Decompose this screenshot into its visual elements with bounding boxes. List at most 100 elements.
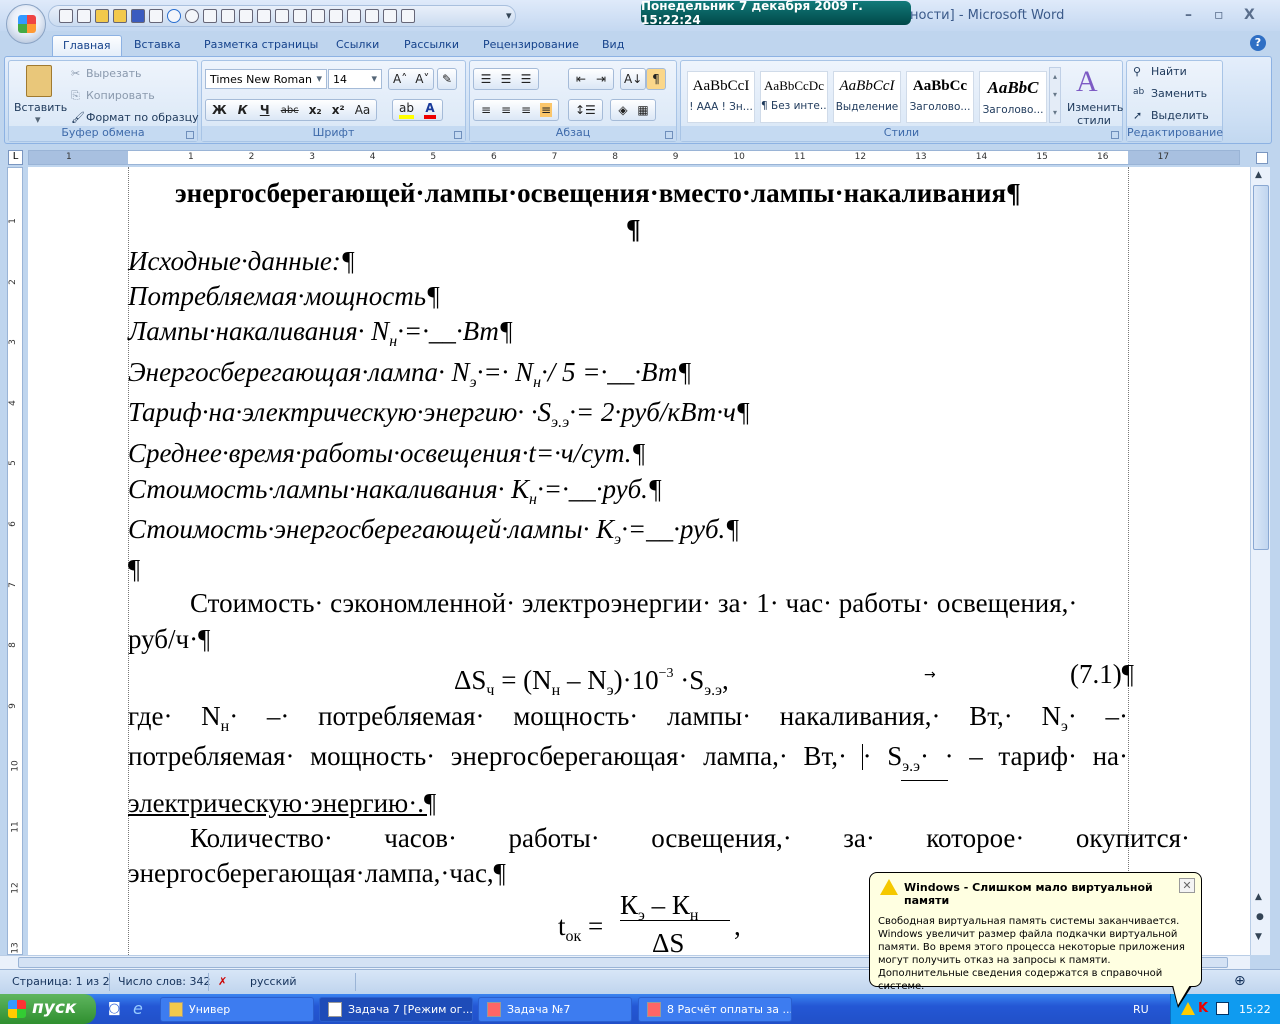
- document-line[interactable]: Энергосберегающая·лампа· Nэ·=· Nн·/ 5 =·…: [128, 357, 691, 398]
- tab-page-layout[interactable]: Разметка страницы: [194, 35, 328, 57]
- taskbar-item[interactable]: Задача №7: [478, 997, 632, 1022]
- next-page-icon[interactable]: ▼: [1255, 932, 1262, 942]
- borders-icon[interactable]: ▦: [637, 103, 649, 117]
- document-line[interactable]: электрическую·энергию·.¶: [128, 788, 436, 818]
- document-line[interactable]: ¶: [626, 214, 641, 244]
- table-icon[interactable]: [329, 9, 343, 23]
- zoom-in-icon[interactable]: ⊕: [1234, 973, 1246, 989]
- replace-button[interactable]: Заменить: [1151, 87, 1207, 100]
- font-size-combo[interactable]: 14: [328, 69, 382, 89]
- bullets-icon[interactable]: ☰: [480, 72, 492, 86]
- multilevel-list-icon[interactable]: ☰: [520, 72, 532, 86]
- style-item[interactable]: AaBbCcDc ¶ Без инте...: [760, 71, 828, 123]
- superscript-button[interactable]: x²: [332, 103, 345, 117]
- document-line[interactable]: Стоимость· сэкономленной· электроэнергии…: [190, 588, 1077, 618]
- font-name-combo[interactable]: Times New Roman: [205, 69, 327, 89]
- tab-references[interactable]: Ссылки: [326, 35, 389, 57]
- dialog-launcher-icon[interactable]: [454, 131, 462, 139]
- close-balloon-button[interactable]: ✕: [1179, 878, 1195, 893]
- line-spacing-button[interactable]: ↕☰: [568, 99, 603, 121]
- table-icon[interactable]: [203, 9, 217, 23]
- style-item[interactable]: AaBbC Заголово...: [979, 71, 1047, 123]
- document-line[interactable]: Потребляемая·мощность¶: [128, 281, 440, 311]
- vertical-scrollbar[interactable]: ▲ ▲ ● ▼: [1250, 167, 1270, 955]
- font-color-icon[interactable]: A: [423, 101, 436, 119]
- style-item[interactable]: AaBbCc Заголово...: [906, 71, 974, 123]
- document-line[interactable]: Тариф·на·электрическую·энергию· ·Sэ.э·= …: [128, 397, 750, 438]
- format-painter-button[interactable]: Формат по образцу: [86, 111, 199, 124]
- document-line[interactable]: (7.1)¶: [1070, 659, 1134, 689]
- open-folder-icon[interactable]: [95, 9, 109, 23]
- taskbar-item[interactable]: 8 Расчёт оплаты за ...: [638, 997, 792, 1022]
- desktop-icon[interactable]: ◙: [108, 1001, 121, 1016]
- document-line[interactable]: энергосберегающей·лампы·освещения·вместо…: [175, 178, 1021, 208]
- maximize-button[interactable]: ▫: [1214, 7, 1224, 23]
- strikethrough-button[interactable]: abc: [281, 105, 299, 116]
- minimize-button[interactable]: –: [1185, 7, 1192, 23]
- underline-button[interactable]: Ч: [259, 103, 271, 117]
- document-line[interactable]: потребляемая· мощность· энергосберегающа…: [128, 741, 1128, 782]
- justify-icon[interactable]: ≡: [540, 103, 552, 117]
- table-icon[interactable]: [365, 9, 379, 23]
- document-line[interactable]: tок =: [558, 911, 603, 952]
- start-button[interactable]: пуск: [0, 994, 96, 1024]
- table-icon[interactable]: [401, 9, 415, 23]
- table-icon[interactable]: [221, 9, 235, 23]
- shading-icon[interactable]: ◈: [617, 103, 629, 117]
- style-item[interactable]: AaBbCcI Выделение: [833, 71, 901, 123]
- dialog-launcher-icon[interactable]: [1111, 131, 1119, 139]
- page-count[interactable]: Страница: 1 из 2: [12, 975, 110, 988]
- select-browse-object-icon[interactable]: ●: [1256, 912, 1264, 922]
- grow-font-icon[interactable]: A˄: [393, 72, 407, 86]
- kaspersky-icon[interactable]: K: [1198, 1001, 1208, 1016]
- scroll-thumb[interactable]: [1253, 185, 1269, 550]
- folder-icon[interactable]: [113, 9, 127, 23]
- save-icon[interactable]: [131, 9, 145, 23]
- change-styles-button[interactable]: Изменить стили: [1067, 101, 1123, 127]
- document-line[interactable]: Исходные·данные:¶: [128, 246, 355, 276]
- increase-indent-icon[interactable]: ⇥: [595, 72, 607, 86]
- document-line[interactable]: ¶: [128, 554, 140, 584]
- taskbar-item[interactable]: Задача 7 [Режим ог...: [319, 997, 473, 1022]
- table-icon[interactable]: [311, 9, 325, 23]
- customize-qat-chevron-icon[interactable]: ▾: [506, 9, 512, 22]
- tab-view[interactable]: Вид: [592, 35, 634, 57]
- help-icon[interactable]: ?: [1250, 35, 1266, 51]
- document-line[interactable]: энергосберегающая·лампа,·час,¶: [128, 858, 506, 888]
- bold-button[interactable]: Ж: [212, 103, 227, 117]
- taskbar-item[interactable]: Универ: [160, 997, 314, 1022]
- tray-clock[interactable]: 15:22: [1239, 1003, 1271, 1016]
- select-button[interactable]: Выделить: [1151, 109, 1209, 122]
- document-line[interactable]: ΔSч = (Nн – Nэ)·10−3 ·Sэ.э,: [454, 659, 729, 706]
- cut-button[interactable]: Вырезать: [86, 67, 141, 80]
- tray-app-icon[interactable]: [1216, 1002, 1229, 1015]
- document-line[interactable]: руб/ч·¶: [128, 624, 210, 654]
- document-line[interactable]: Кэ – Кн: [620, 890, 698, 931]
- proofing-error-icon[interactable]: ✗: [218, 975, 227, 988]
- document-line[interactable]: Среднее·время·работы·освещения·t=·ч/сут.…: [128, 438, 646, 468]
- style-item[interactable]: AaBbCcI ! ААА ! Зн...: [687, 71, 755, 123]
- notification-balloon[interactable]: ✕ Windows - Слишком мало виртуальной пам…: [869, 872, 1202, 1008]
- office-button[interactable]: [6, 4, 46, 44]
- previous-page-icon[interactable]: ▲: [1255, 892, 1262, 902]
- italic-button[interactable]: К: [237, 103, 249, 117]
- find-button[interactable]: Найти: [1151, 65, 1187, 78]
- dialog-launcher-icon[interactable]: [186, 131, 194, 139]
- word-count[interactable]: Число слов: 342: [118, 975, 211, 988]
- table-icon[interactable]: [293, 9, 307, 23]
- tab-mailings[interactable]: Рассылки: [394, 35, 469, 57]
- tab-selector[interactable]: L: [8, 150, 23, 165]
- align-left-icon[interactable]: ≡: [480, 103, 492, 117]
- new-document-icon[interactable]: [59, 9, 73, 23]
- horizontal-ruler[interactable]: 1 1 2 3 4 5 6 7 8 9 10 11 12 13 14 15 16 17: [28, 150, 1240, 165]
- redo-icon[interactable]: [185, 9, 199, 23]
- change-case-button[interactable]: Aa: [355, 103, 371, 117]
- document-line[interactable]: ΔS: [652, 928, 684, 958]
- document-line[interactable]: ,: [734, 911, 741, 941]
- align-right-icon[interactable]: ≡: [520, 103, 532, 117]
- sort-button[interactable]: A↓: [620, 68, 647, 90]
- table-icon[interactable]: [257, 9, 271, 23]
- tab-home[interactable]: Главная: [52, 35, 122, 57]
- decrease-indent-icon[interactable]: ⇤: [575, 72, 587, 86]
- align-center-icon[interactable]: ≡: [500, 103, 512, 117]
